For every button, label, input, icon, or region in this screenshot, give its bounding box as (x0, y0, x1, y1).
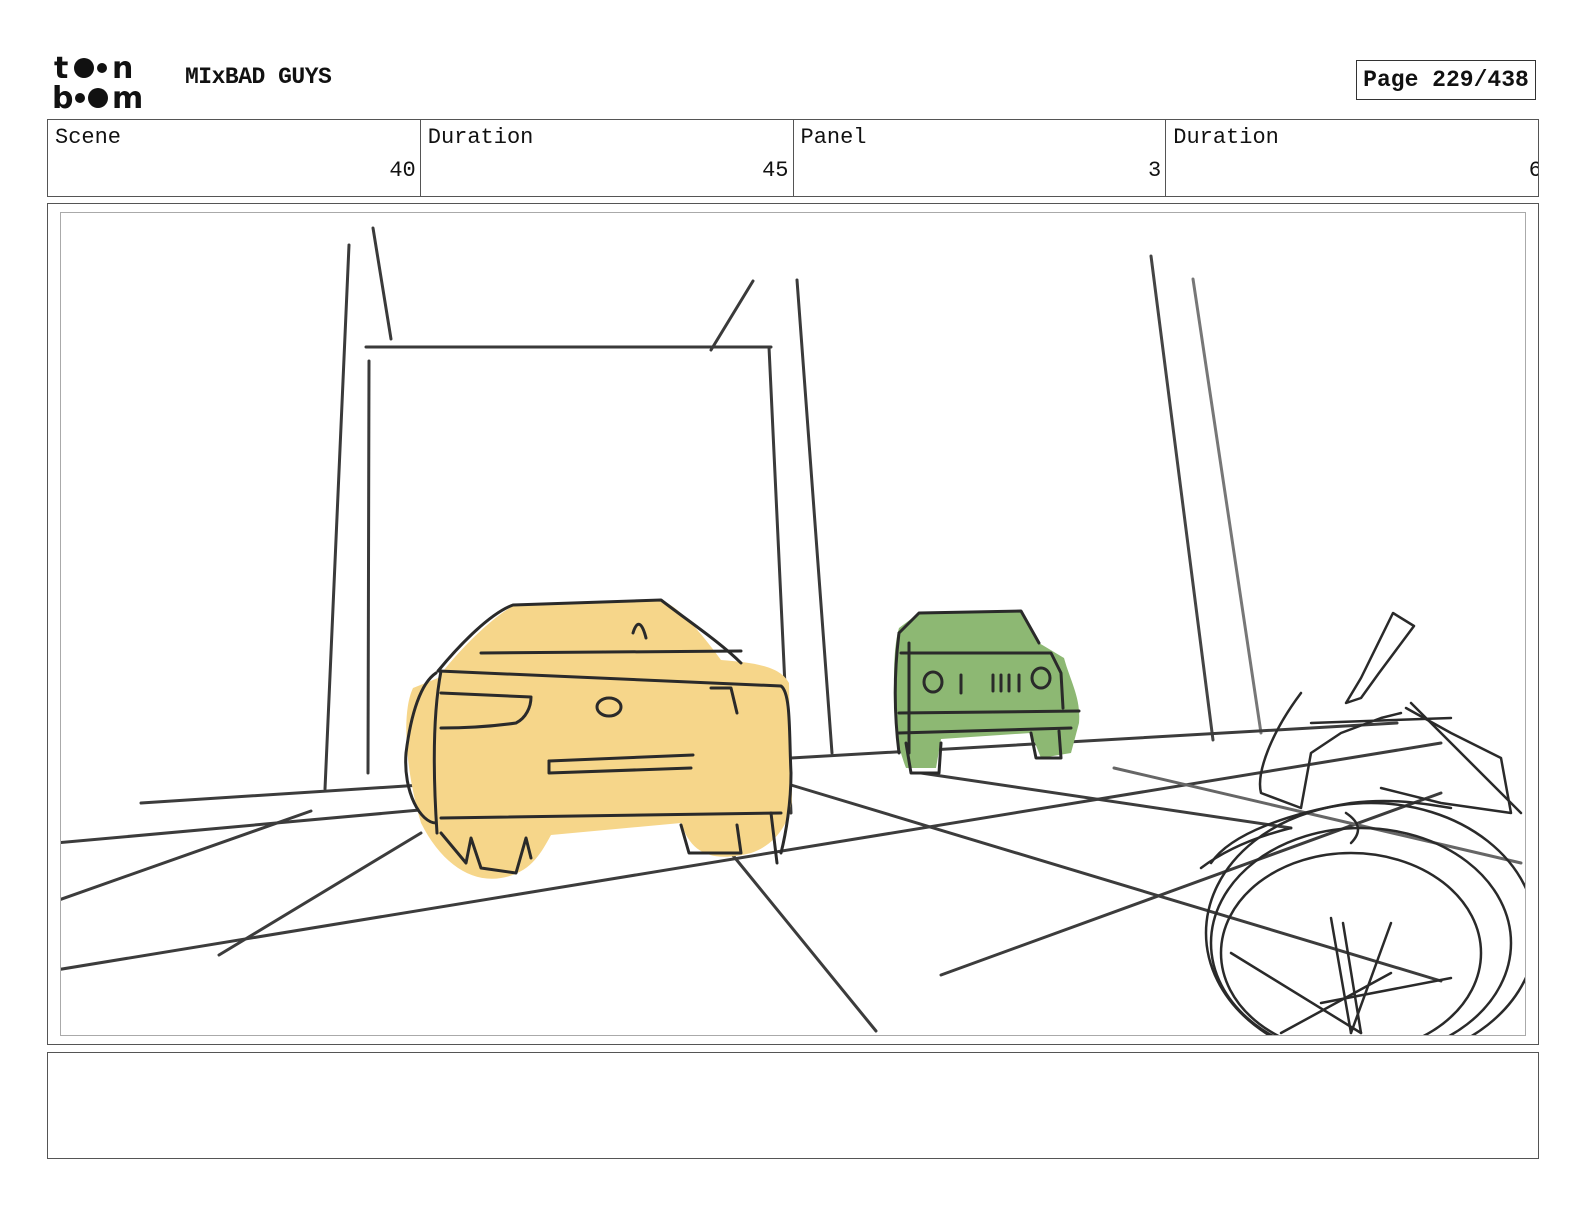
panel-duration-label: Duration (1173, 125, 1279, 150)
yellow-car-sketch (404, 598, 793, 879)
panel-image (60, 212, 1526, 1036)
panel-cell: Panel 3 (794, 120, 1167, 196)
project-title: MIxBAD GUYS (185, 64, 332, 90)
scene-duration-label: Duration (427, 125, 534, 150)
scene-label: Scene (55, 125, 122, 150)
green-jeep-sketch (893, 609, 1081, 775)
info-table: Scene 40 Duration 45 Panel 3 Duration 6 (47, 119, 1539, 197)
svg-text:b: b (52, 81, 73, 112)
svg-text:m: m (112, 81, 143, 112)
scene-cell: Scene 40 (48, 120, 421, 196)
motorcycle-sketch (1199, 611, 1525, 1035)
panel-duration-value: 6 (1528, 158, 1538, 183)
panel-label: Panel (800, 125, 867, 150)
scene-value: 40 (389, 158, 416, 183)
scene-duration-value: 45 (762, 158, 789, 183)
panel-value: 3 (1148, 158, 1162, 183)
scene-duration-cell: Duration 45 (421, 120, 794, 196)
storyboard-panel (47, 203, 1539, 1045)
toon-boom-logo: t n b m (52, 50, 164, 112)
page-indicator: Page 229/438 (1356, 60, 1536, 100)
panel-duration-cell: Duration 6 (1166, 120, 1538, 196)
panel-notes (47, 1052, 1539, 1159)
